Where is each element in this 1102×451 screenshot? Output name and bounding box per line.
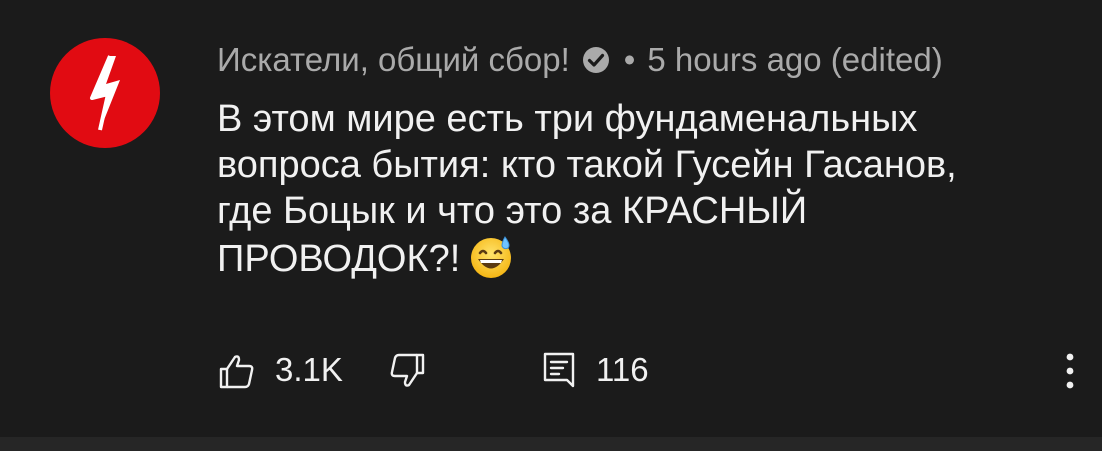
more-options-button[interactable] [1052, 346, 1088, 396]
author-name[interactable]: Искатели, общий сбор! [217, 41, 570, 79]
dislike-button[interactable] [384, 348, 430, 394]
grinning-face-with-sweat-emoji [468, 234, 514, 280]
thumb-down-icon [390, 353, 425, 387]
like-button[interactable] [214, 348, 260, 394]
comment-text-content: В этом мире есть три фундаменальных вопр… [217, 98, 957, 280]
avatar[interactable] [50, 38, 160, 148]
comment-card: Искатели, общий сбор! • 5 hours ago (edi… [0, 0, 1102, 437]
reply-count: 116 [596, 351, 649, 388]
reply-button[interactable] [536, 348, 582, 394]
comment-icon [543, 352, 575, 388]
comment-actions: 3.1K 116 [0, 340, 1102, 400]
more-vert-icon [1066, 353, 1074, 389]
like-count: 3.1K [275, 351, 343, 388]
thumb-up-icon [219, 355, 254, 389]
comment-meta: Искатели, общий сбор! • 5 hours ago (edi… [217, 38, 943, 82]
divider [0, 437, 1102, 451]
meta-separator: • [623, 41, 636, 78]
verified-check-icon [580, 44, 612, 76]
comment-text: В этом мире есть три фундаменальных вопр… [217, 96, 1077, 282]
timestamp[interactable]: 5 hours ago (edited) [647, 41, 942, 79]
lightning-logo-icon [90, 55, 120, 131]
